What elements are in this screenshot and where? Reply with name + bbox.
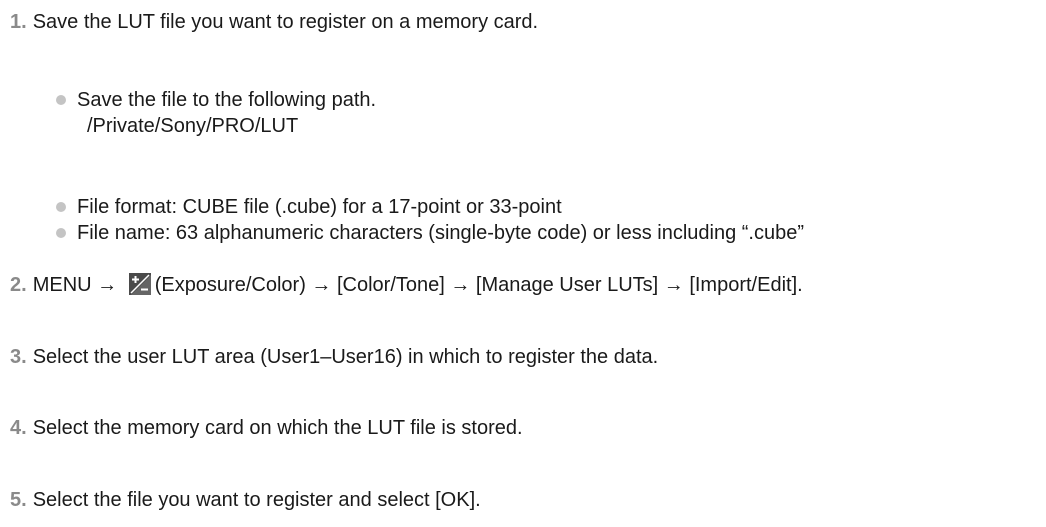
bullet-dot [56,228,66,238]
bullet-dot [56,95,66,105]
step-number: 1. [10,11,27,33]
step-3: 3. Select the user LUT area (User1–User16… [10,344,658,370]
note-text: File name: 63 alphanumeric characters (s… [77,222,805,244]
note-text: Save the file to the following path. [77,89,377,111]
step-1: 1. Save the LUT file you want to register… [10,9,538,35]
step-text: Select the memory card on which the LUT … [32,417,523,439]
step-number: 4. [10,417,27,439]
note-item-format: File format: CUBE file (.cube) for a 17-… [56,194,562,220]
step-number: 3. [10,346,27,368]
step-text: Save the LUT file you want to register o… [32,11,539,33]
step-number: 2. [10,274,27,296]
file-path: /Private/Sony/PRO/LUT [87,115,299,137]
step-text-before: MENU → [32,274,123,296]
step-text: Select the file you want to register and… [32,489,481,511]
exposure-color-icon [128,273,151,295]
step-5: 5. Select the file you want to register a… [10,487,481,513]
step-2: 2. MENU → (Exposure/Color) → [Color/Tone]… [10,272,803,298]
step-4: 4. Select the memory card on which the LU… [10,415,523,441]
note-item-name: File name: 63 alphanumeric characters (s… [56,220,804,246]
step-text-after: (Exposure/Color) → [Color/Tone] → [Manag… [154,274,803,296]
note-text: File format: CUBE file (.cube) for a 17-… [77,196,562,218]
step-text: Select the user LUT area (User1–User16) … [32,346,659,368]
bullet-dot [56,202,66,212]
step-number: 5. [10,489,27,511]
note-item-path: Save the file to the following path. /Pr… [56,87,376,139]
